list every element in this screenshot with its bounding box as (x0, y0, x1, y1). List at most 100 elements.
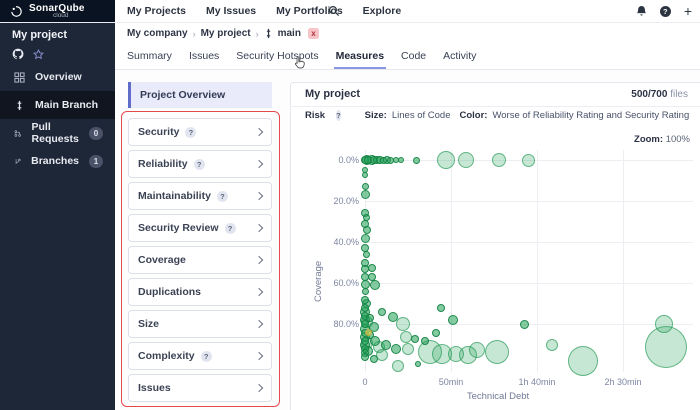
color-value: Worse of Reliability Rating and Security… (492, 110, 689, 121)
files-count: 500/700 files (631, 89, 688, 100)
measures-nav-security-review[interactable]: Security Review? (128, 214, 272, 242)
bubble[interactable] (361, 304, 369, 312)
sidebar-item-main-branch[interactable]: Main Branch (0, 91, 115, 119)
chevron-right-icon (255, 320, 263, 328)
bubble[interactable] (363, 226, 371, 234)
sonarqube-logo[interactable]: SonarQube cloud (0, 0, 115, 22)
color-label: Color: (459, 110, 487, 121)
measure-label: Size (138, 318, 159, 330)
tab-measures[interactable]: Measures (336, 50, 384, 65)
zoom-label: Zoom: (634, 134, 663, 145)
bubble[interactable] (368, 264, 376, 272)
help-icon[interactable]: ? (185, 127, 196, 138)
measure-label: Reliability (138, 158, 188, 170)
bubble[interactable] (361, 296, 369, 304)
measures-nav-complexity[interactable]: Complexity? (128, 342, 272, 370)
nav-my-issues[interactable]: My Issues (206, 5, 256, 17)
sidebar-menu: Overview Main Branch Pull Requests 0 Bra… (0, 63, 115, 175)
main-branch-icon (14, 100, 25, 111)
x-axis-title: Technical Debt (365, 391, 631, 402)
tab-issues[interactable]: Issues (189, 50, 219, 65)
tab-code[interactable]: Code (401, 50, 426, 65)
bubble[interactable] (392, 360, 404, 372)
measures-nav-coverage[interactable]: Coverage (128, 246, 272, 274)
measures-nav-duplications[interactable]: Duplications (128, 278, 272, 306)
nav-my-projects[interactable]: My Projects (127, 5, 186, 17)
report-title: My project (305, 88, 360, 100)
bubble[interactable] (361, 265, 369, 273)
bubble[interactable] (388, 312, 398, 322)
measures-nav-reliability[interactable]: Reliability? (128, 150, 272, 178)
size-label: Size: (365, 110, 387, 121)
measures-nav-issues[interactable]: Issues (128, 374, 272, 402)
measure-label: Issues (138, 382, 171, 394)
zoom-value: 100% (666, 134, 690, 145)
chevron-right-icon (255, 192, 263, 200)
grid-icon (14, 72, 25, 83)
tab-security-hotspots[interactable]: Security Hotspots (236, 50, 318, 65)
breadcrumb-company[interactable]: My company (127, 28, 188, 39)
bubble[interactable] (437, 304, 445, 312)
bubble[interactable] (432, 329, 440, 337)
favorite-star-icon[interactable] (33, 49, 44, 60)
files-count-label: files (670, 89, 688, 100)
risk-legend-row: Risk ? Size: Lines of Code Color: Worse … (305, 108, 700, 122)
nav-explore[interactable]: Explore (363, 5, 402, 17)
help-icon[interactable]: ? (336, 110, 341, 121)
breadcrumb: My company › My project › main x (115, 22, 700, 45)
y-axis-title: Coverage (313, 222, 324, 302)
sidebar-item-pull-requests[interactable]: Pull Requests 0 (0, 119, 115, 147)
notifications-bell-icon[interactable] (636, 5, 647, 17)
bubble[interactable] (415, 361, 421, 367)
sidebar-item-branches[interactable]: Branches 1 (0, 147, 115, 175)
report-header: My project 500/700 files (290, 82, 700, 107)
bubble[interactable] (437, 151, 455, 169)
measure-label: Security Review (138, 222, 219, 234)
chevron-right-icon (255, 352, 263, 360)
size-value: Lines of Code (392, 110, 451, 121)
project-tabs: Summary Issues Security Hotspots Measure… (115, 45, 700, 70)
sidebar-item-overview[interactable]: Overview (0, 63, 115, 91)
github-icon[interactable] (12, 48, 24, 60)
tab-summary[interactable]: Summary (127, 50, 172, 65)
measures-nav-size[interactable]: Size (128, 310, 272, 338)
breadcrumb-project[interactable]: My project (201, 28, 251, 39)
bubble[interactable] (361, 190, 370, 199)
measure-label: Maintainability (138, 190, 211, 202)
project-overview-label: Project Overview (140, 89, 225, 101)
search-icon[interactable] (328, 0, 340, 22)
files-count-value: 500/700 (631, 89, 667, 100)
breadcrumb-branch[interactable]: main (278, 28, 301, 39)
bubble[interactable] (381, 340, 391, 350)
quality-gate-failed-badge: x (308, 28, 319, 39)
bubble[interactable] (411, 335, 419, 343)
help-icon[interactable]: ? (660, 6, 671, 17)
add-plus-icon[interactable]: + (684, 4, 692, 18)
measures-nav-maintainability[interactable]: Maintainability? (128, 182, 272, 210)
count-badge: 1 (89, 155, 103, 168)
zoom-control[interactable]: Zoom: 100% (560, 134, 690, 145)
sidebar-item-label: Branches (31, 155, 79, 167)
sonarqube-measures-page: My Projects My Issues My Portfolios Expl… (0, 0, 700, 410)
project-sidebar: My project Overview Main Branch Pul (0, 22, 115, 410)
branches-icon (14, 156, 21, 167)
bubble[interactable] (361, 234, 370, 243)
bubble[interactable] (413, 157, 420, 164)
help-icon[interactable]: ? (225, 223, 236, 234)
bubble[interactable] (362, 288, 369, 295)
measures-nav-project-overview[interactable]: Project Overview (128, 82, 272, 108)
sonarqube-logo-icon (10, 5, 23, 18)
bubble[interactable] (362, 183, 369, 190)
bubble[interactable] (469, 342, 485, 358)
help-icon[interactable]: ? (201, 351, 212, 362)
tab-activity[interactable]: Activity (443, 50, 476, 65)
sidebar-item-label: Main Branch (35, 99, 98, 111)
measures-nav-list: Security? Reliability? Maintainability? … (128, 118, 272, 402)
help-icon[interactable]: ? (194, 159, 205, 170)
measures-nav-security[interactable]: Security? (128, 118, 272, 146)
measure-label: Coverage (138, 254, 186, 266)
risk-label: Risk (305, 110, 325, 121)
help-icon[interactable]: ? (217, 191, 228, 202)
breadcrumb-separator: › (193, 29, 196, 39)
bubble[interactable] (522, 154, 535, 167)
